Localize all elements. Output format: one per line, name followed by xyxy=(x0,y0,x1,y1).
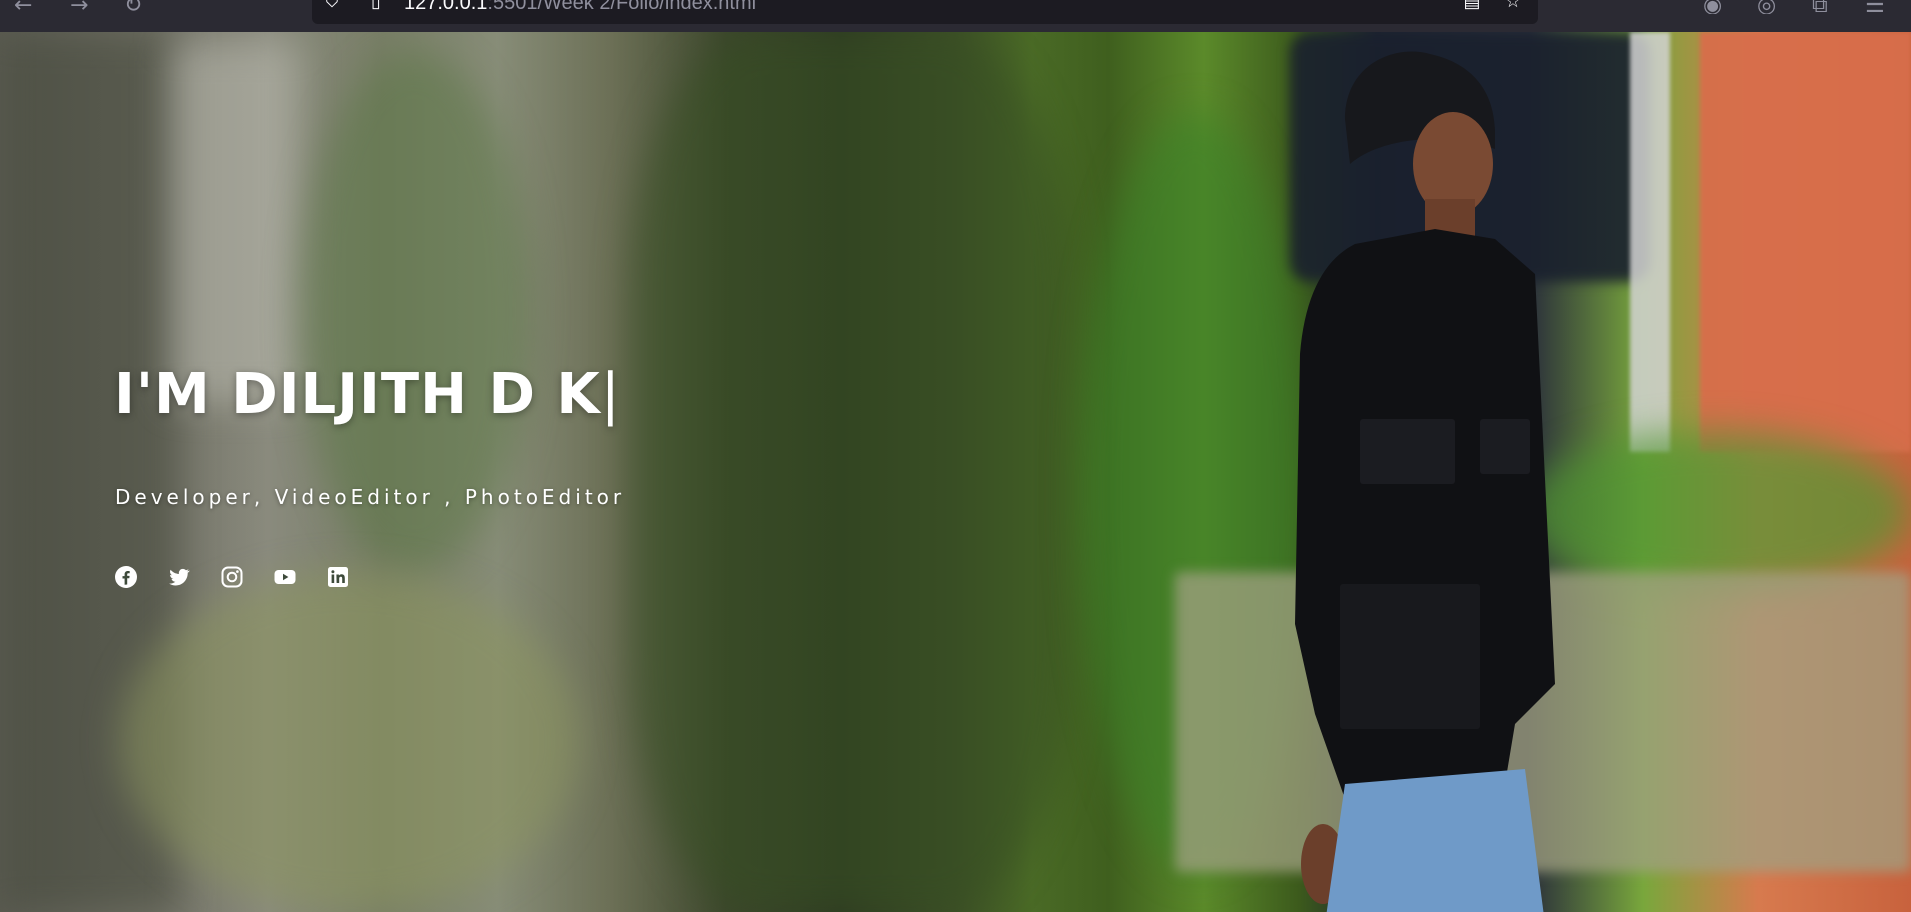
forward-arrow-icon[interactable]: → xyxy=(70,0,96,14)
bg-concrete-pillar xyxy=(170,42,300,402)
bg-white-post xyxy=(1630,32,1670,452)
typed-cursor: | xyxy=(600,362,621,427)
back-arrow-icon[interactable]: ← xyxy=(14,0,40,14)
twitter-icon[interactable] xyxy=(167,565,191,589)
url-path: :5501/Week 2/Folio/index.html xyxy=(487,0,757,14)
shield-icon[interactable]: ⛉ xyxy=(323,0,341,11)
reload-icon[interactable]: ↻ xyxy=(124,0,148,14)
account-icon[interactable]: ◎ xyxy=(1757,0,1781,14)
pocket-icon[interactable]: ◉ xyxy=(1703,0,1727,14)
reader-view-icon[interactable]: ▤ xyxy=(1463,0,1481,11)
url-text[interactable]: 127.0.0.1:5501/Week 2/Folio/index.html xyxy=(404,0,756,15)
bg-blur-strip xyxy=(630,32,1070,912)
page-viewport: I'M DILJITH D K| Developer, VideoEditor … xyxy=(0,32,1911,912)
page-icon[interactable]: ▯ xyxy=(367,0,385,11)
linkedin-icon[interactable] xyxy=(326,565,350,589)
url-bar[interactable]: ⛉ ▯ 127.0.0.1:5501/Week 2/Folio/index.ht… xyxy=(312,0,1538,24)
instagram-icon[interactable] xyxy=(220,565,244,589)
extensions-icon[interactable]: ⧉ xyxy=(1812,0,1836,14)
hero-name: I'M DILJITH D K xyxy=(114,362,601,427)
bg-hedge xyxy=(1520,432,1911,592)
person-illustration xyxy=(1295,51,1555,912)
menu-icon[interactable]: ☰ xyxy=(1865,0,1889,14)
hero-subtitle: Developer, VideoEditor , PhotoEditor xyxy=(115,485,626,509)
bookmark-star-icon[interactable]: ☆ xyxy=(1504,0,1522,11)
hero-title: I'M DILJITH D K| xyxy=(114,362,621,427)
bg-bushes xyxy=(120,572,580,912)
youtube-icon[interactable] xyxy=(273,565,297,589)
bg-brick-wall xyxy=(1700,32,1911,452)
browser-toolbar: ← → ↻ ⛉ ▯ 127.0.0.1:5501/Week 2/Folio/in… xyxy=(0,0,1911,32)
facebook-icon[interactable] xyxy=(114,565,138,589)
social-links xyxy=(114,565,350,589)
url-host: 127.0.0.1 xyxy=(404,0,488,14)
